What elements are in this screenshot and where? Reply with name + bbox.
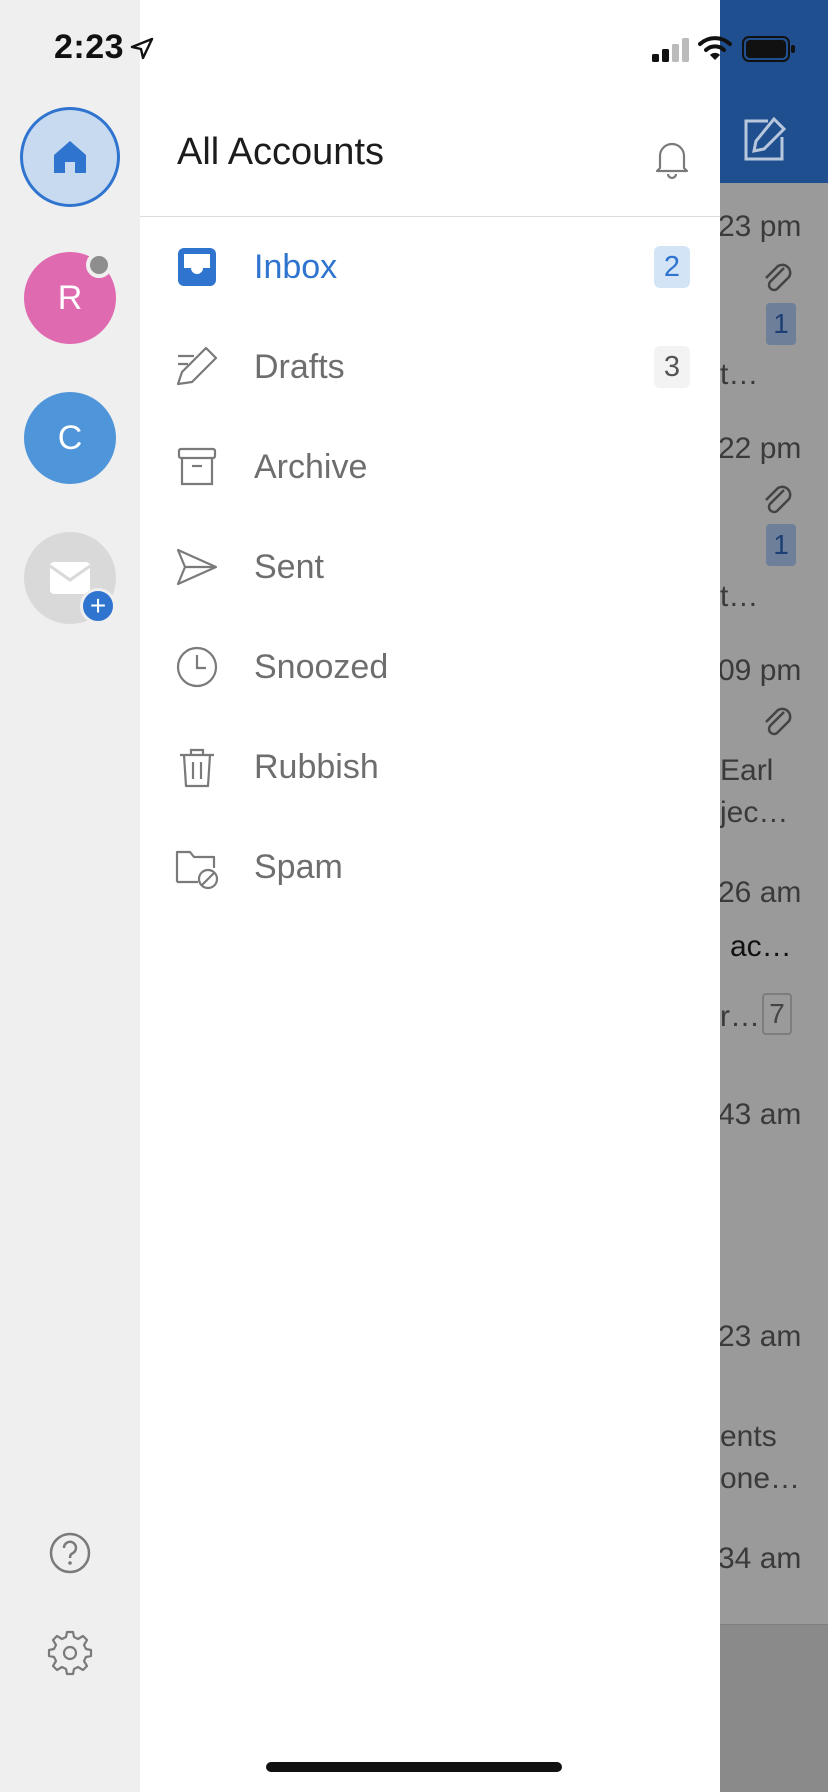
message-snippet: ac…	[730, 930, 792, 963]
folder-inbox[interactable]: Inbox 2	[140, 226, 720, 306]
account-initial: C	[57, 418, 83, 457]
message-snippet: Earl	[720, 754, 774, 787]
message-snippet: t…	[720, 580, 759, 613]
folder-label: Sent	[254, 548, 324, 586]
compose-icon[interactable]	[738, 113, 790, 165]
folder-count: 2	[654, 246, 690, 288]
message-snippet: jec…	[720, 796, 789, 829]
message-snippet: one…	[720, 1462, 801, 1495]
status-time: 2:23	[54, 28, 125, 66]
list-header	[720, 0, 828, 183]
spam-folder-icon	[175, 850, 219, 890]
trash-icon	[180, 748, 214, 788]
status-dot	[86, 252, 112, 278]
folder-rubbish[interactable]: Rubbish	[140, 726, 720, 806]
folder-label: Inbox	[254, 248, 338, 286]
drafts-icon	[176, 346, 218, 386]
folder-label: Archive	[254, 448, 368, 486]
account-rail: R C +	[0, 0, 140, 1792]
folder-spam[interactable]: Spam	[140, 826, 720, 906]
account-avatar-c[interactable]: C	[24, 392, 116, 484]
folder-label: Rubbish	[254, 748, 379, 786]
cellular-signal-icon	[652, 38, 689, 62]
sent-icon	[176, 548, 218, 586]
message-time: 22 pm	[720, 432, 802, 465]
location-arrow-icon	[130, 37, 154, 60]
message-time: 23 am	[720, 1320, 802, 1353]
wifi-icon	[698, 36, 732, 60]
clock-icon	[176, 646, 218, 688]
bell-icon[interactable]	[650, 136, 694, 180]
folder-panel: All Accounts Inbox 2 Drafts 3 Archive Se…	[140, 0, 720, 1792]
folder-drafts[interactable]: Drafts 3	[140, 326, 720, 406]
folder-archive[interactable]: Archive	[140, 426, 720, 506]
mail-icon	[49, 562, 91, 594]
all-accounts-button[interactable]	[20, 107, 120, 207]
panel-title: All Accounts	[177, 131, 384, 173]
message-time: 26 am	[720, 876, 802, 909]
folder-snoozed[interactable]: Snoozed	[140, 626, 720, 706]
bottom-tab-bar	[720, 1624, 828, 1792]
message-snippet: t…	[720, 358, 759, 391]
folder-count: 3	[654, 346, 690, 388]
attachment-icon	[765, 263, 792, 292]
unread-count: 1	[766, 303, 796, 345]
message-snippet: r…	[720, 1000, 760, 1033]
battery-icon	[742, 36, 795, 62]
settings-gear-icon[interactable]	[47, 1630, 93, 1676]
message-time: 23 pm	[720, 210, 802, 243]
home-icon	[54, 141, 86, 173]
attachment-icon	[765, 707, 792, 736]
unread-count: 1	[766, 524, 796, 566]
message-time: 09 pm	[720, 654, 802, 687]
home-indicator	[266, 1762, 562, 1772]
attachment-icon	[765, 485, 792, 514]
thread-count: 7	[762, 993, 792, 1035]
add-badge: +	[80, 588, 116, 624]
archive-icon	[177, 447, 217, 486]
message-time: 34 am	[720, 1542, 802, 1575]
dimmed-message-list[interactable]: 23 pm 1 t… 22 pm 1 t… 09 pm Earl jec… 26…	[720, 0, 828, 1792]
folder-label: Spam	[254, 848, 343, 886]
folder-sent[interactable]: Sent	[140, 526, 720, 606]
account-initial: R	[57, 278, 83, 317]
message-time: 43 am	[720, 1098, 802, 1131]
message-snippet: ents	[720, 1420, 777, 1453]
folder-label: Drafts	[254, 348, 345, 386]
divider	[140, 216, 720, 217]
folder-label: Snoozed	[254, 648, 389, 686]
help-icon[interactable]	[47, 1530, 93, 1576]
inbox-icon	[178, 248, 216, 286]
